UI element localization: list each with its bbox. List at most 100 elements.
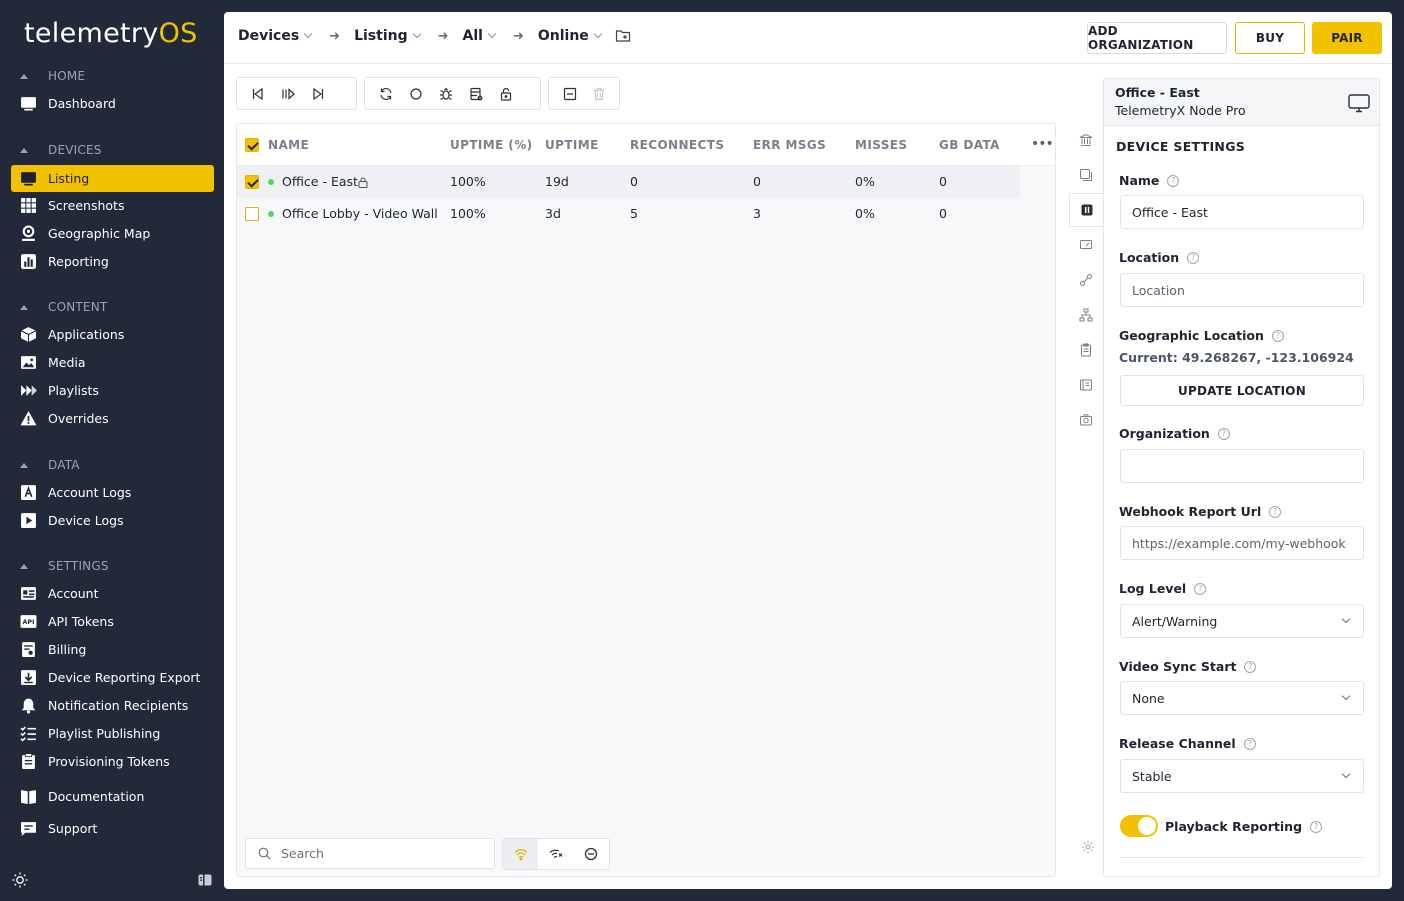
tab-network[interactable] [1069,263,1103,297]
uptime-pct: 100% [450,174,486,189]
more-options-icon[interactable]: ••• [1031,136,1054,152]
breadcrumb-devices[interactable]: Devices [238,28,313,44]
sidebar-item-applications[interactable]: Applications [11,321,214,348]
sidebar-item-reporting[interactable]: Reporting [11,248,214,275]
tab-organization[interactable] [1069,123,1103,157]
row-checkbox[interactable] [245,207,259,221]
update-location-button[interactable]: UPDATE LOCATION [1120,375,1364,406]
sidebar-item-playlists[interactable]: Playlists [11,377,214,404]
table-header: NAME UPTIME (%) UPTIME RECONNECTS ERR MS… [237,124,1055,166]
sidebar-item-media[interactable]: Media [11,349,214,376]
column-uptime-pct[interactable]: UPTIME (%) [450,138,533,152]
sidebar-item-dashboard[interactable]: Dashboard [11,90,214,117]
select-all-checkbox[interactable] [245,138,259,152]
add-organization-button[interactable]: ADD ORGANIZATION [1087,22,1227,54]
sidebar-section-settings[interactable]: SETTINGS [20,559,109,573]
column-misses[interactable]: MISSES [855,138,907,152]
webhook-input[interactable]: https://example.com/my-webhook [1120,526,1364,560]
help-icon[interactable]: ? [1217,427,1230,440]
theme-toggle-icon[interactable] [12,872,28,888]
trash-icon[interactable] [584,79,613,109]
sidebar-item-device-logs[interactable]: Device Logs [11,507,214,534]
sidebar-item-listing[interactable]: Listing [11,165,214,192]
filter-offline-button[interactable] [538,839,573,869]
sidebar-item-support[interactable]: Support [11,815,214,842]
column-err-msgs[interactable]: ERR MSGS [753,138,826,152]
help-icon[interactable]: ? [1194,582,1207,595]
filter-disabled-button[interactable] [574,839,609,869]
app-logo[interactable]: telemetryOS [24,18,198,49]
tab-screenshot[interactable] [1069,403,1103,437]
table-row[interactable]: Office Lobby - Video Wall 100% 3d 5 3 0%… [237,198,1020,230]
sidebar-item-account[interactable]: Account [11,580,214,607]
sidebar-item-overrides[interactable]: Overrides [11,405,214,432]
sidebar-item-billing[interactable]: Billing [11,636,214,663]
folder-add-icon[interactable] [615,28,631,44]
help-icon[interactable]: ? [1271,329,1284,342]
breadcrumb-listing[interactable]: Listing [354,28,421,44]
breadcrumb-all[interactable]: All [463,28,497,44]
hierarchy-icon [1079,308,1093,322]
bank-icon [1079,133,1093,146]
column-uptime[interactable]: UPTIME [545,138,599,152]
refresh-icon[interactable] [371,79,401,109]
help-icon[interactable]: ? [1310,820,1323,833]
help-icon[interactable]: ? [1244,660,1257,673]
tab-history[interactable] [1069,368,1103,402]
table-row[interactable]: Office - East 100% 19d 0 0 0% 0 [237,166,1020,198]
sidebar-section-home[interactable]: HOME [20,69,85,83]
sidebar-section-devices[interactable]: DEVICES [20,143,102,157]
pause-play-icon[interactable] [273,79,303,109]
tab-display[interactable] [1069,228,1103,262]
playback-reporting-toggle[interactable] [1120,815,1158,837]
column-name[interactable]: NAME [268,138,309,152]
organization-input[interactable] [1120,449,1364,483]
collapse-sidebar-icon[interactable] [198,873,212,887]
skip-forward-icon[interactable] [303,79,333,109]
video-sync-select[interactable]: None [1120,681,1364,715]
sidebar-item-notification-recipients[interactable]: Notification Recipients [11,692,214,719]
log-level-select[interactable]: Alert/Warning [1120,604,1364,638]
skip-back-icon[interactable] [243,79,273,109]
wifi-off-icon [549,849,563,858]
breadcrumb-online[interactable]: Online [538,28,603,44]
sidebar-item-api-tokens[interactable]: API API Tokens [11,608,214,635]
tab-device-settings[interactable] [1069,193,1103,227]
bug-icon[interactable] [431,79,461,109]
sidebar-item-geographic-map[interactable]: Geographic Map [11,220,214,247]
status-filter-group [502,838,610,870]
filter-online-button[interactable] [503,839,539,869]
sidebar-section-content[interactable]: CONTENT [20,300,107,314]
database-settings-icon[interactable] [461,79,491,109]
search-input[interactable] [281,846,481,861]
release-channel-select[interactable]: Stable [1120,759,1364,793]
search-field [245,838,495,869]
help-icon[interactable]: ? [1187,251,1200,264]
buy-button[interactable]: BUY [1235,22,1305,54]
gear-icon[interactable] [1081,840,1095,854]
help-icon[interactable]: ? [1243,737,1256,750]
tab-content[interactable] [1069,158,1103,192]
main-panel: Devices ➜ Listing ➜ All ➜ Online ADD ORG… [224,12,1392,889]
column-reconnects[interactable]: RECONNECTS [630,138,724,152]
unlock-icon[interactable] [491,79,521,109]
tab-peripherals[interactable] [1069,298,1103,332]
sidebar-item-playlist-publishing[interactable]: Playlist Publishing [11,720,214,747]
name-input[interactable]: Office - East [1120,195,1364,229]
help-icon[interactable]: ? [1269,505,1282,518]
column-gb-data[interactable]: GB DATA [939,138,1000,152]
row-checkbox[interactable] [245,175,259,189]
sidebar-item-screenshots[interactable]: Screenshots [11,192,214,219]
pair-button[interactable]: PAIR [1312,22,1382,54]
location-input[interactable]: Location [1120,273,1364,307]
sidebar-item-documentation[interactable]: Documentation [11,783,214,810]
sidebar-item-provisioning-tokens[interactable]: Provisioning Tokens [11,748,214,775]
err-msgs: 0 [753,174,761,189]
tab-logs[interactable] [1069,333,1103,367]
power-circle-icon[interactable] [401,79,431,109]
sidebar-section-data[interactable]: DATA [20,458,80,472]
sidebar-item-device-reporting-export[interactable]: Device Reporting Export [11,664,214,691]
help-icon[interactable]: ? [1167,174,1180,187]
remove-icon[interactable] [555,79,584,109]
sidebar-item-account-logs[interactable]: Account Logs [11,479,214,506]
